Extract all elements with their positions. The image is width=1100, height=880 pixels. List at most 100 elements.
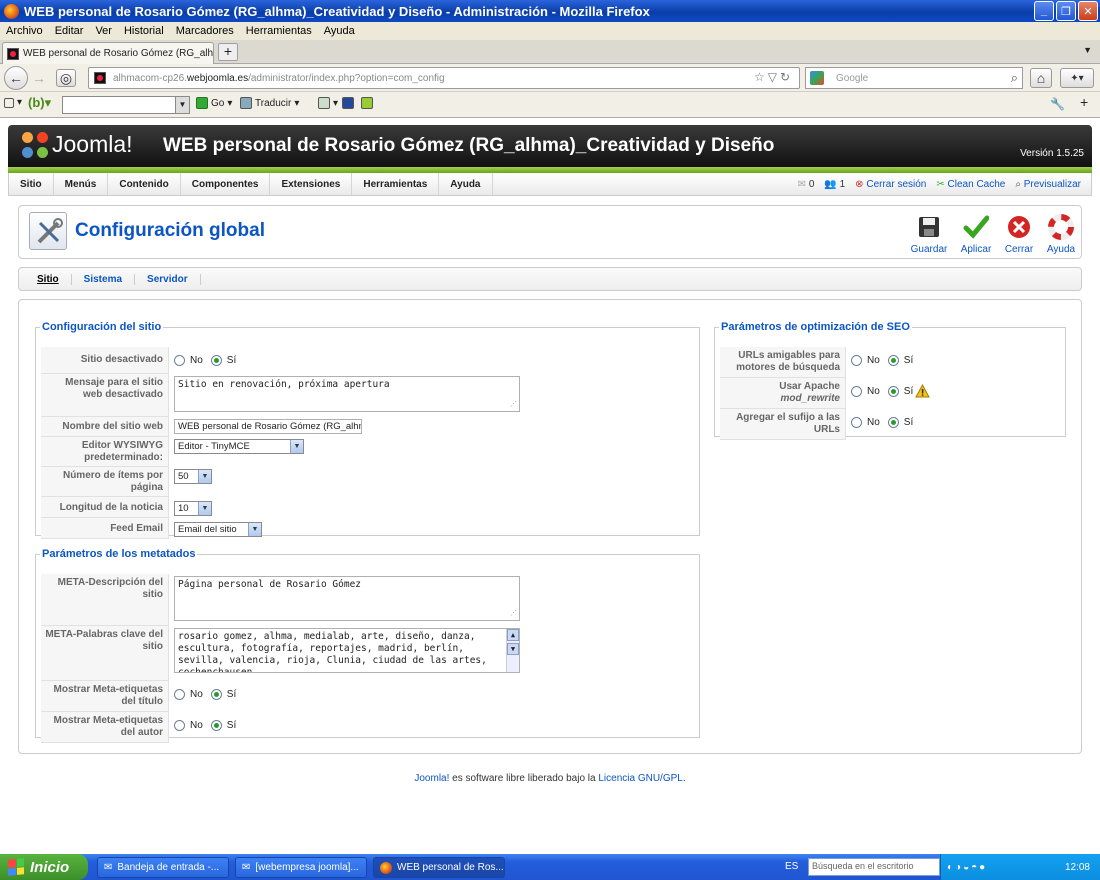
sef-no-radio[interactable]: No xyxy=(851,355,880,366)
clean-cache-label: Clean Cache xyxy=(947,179,1006,190)
radio-no-label: No xyxy=(867,386,880,397)
task-firefox[interactable]: WEB personal de Ros... xyxy=(373,857,505,878)
menu-archivo[interactable]: Archivo xyxy=(6,25,43,37)
clean-cache-link[interactable]: ✂ Clean Cache xyxy=(936,179,1005,190)
menu-herramientas[interactable]: Herramientas xyxy=(246,25,312,37)
address-bar[interactable]: alhmacom-cp26. webjoomla.es/administrator… xyxy=(88,67,800,89)
sitename-input[interactable]: WEB personal de Rosario Gómez (RG_alhma) xyxy=(174,419,362,434)
logout-link[interactable]: ⊗ Cerrar sesión xyxy=(855,179,926,190)
chevron-down-icon: ▼ xyxy=(248,523,261,536)
preview-link[interactable]: ⌕ Previsualizar xyxy=(1015,179,1081,190)
page-footer: Joomla! es software libre liberado bajo … xyxy=(0,773,1100,784)
toolbar-search-input[interactable]: ▼ xyxy=(62,96,190,114)
offline-message-textarea[interactable]: Sitio en renovación, próxima apertura ⋰ xyxy=(174,376,520,412)
menu-ayuda[interactable]: Ayuda xyxy=(324,25,355,37)
sef-yes-radio[interactable]: Sí xyxy=(887,355,913,366)
toolbar-logo-icon[interactable]: (b)▾ xyxy=(28,95,51,111)
feed-limit-select[interactable]: 10 ▼ xyxy=(174,501,212,516)
language-indicator[interactable]: ES xyxy=(785,861,798,872)
minimize-button[interactable]: _ xyxy=(1034,1,1054,21)
admin-menu-extensiones[interactable]: Extensiones xyxy=(270,173,353,195)
site-favicon-icon xyxy=(94,72,106,84)
admin-menu-menus[interactable]: Menús xyxy=(54,173,109,195)
menu-historial[interactable]: Historial xyxy=(124,25,164,37)
editor-select[interactable]: Editor - TinyMCE ▼ xyxy=(174,439,304,454)
browser-tab[interactable]: WEB personal de Rosario Gómez (RG_alhma)… xyxy=(2,42,214,64)
task-inbox[interactable]: ✉ Bandeja de entrada -... xyxy=(97,857,229,878)
save-button[interactable]: Guardar xyxy=(907,214,951,255)
search-field[interactable]: Google ⌕ xyxy=(805,67,1023,89)
messages-status[interactable]: ✉ 0 xyxy=(798,179,815,190)
menu-marcadores[interactable]: Marcadores xyxy=(176,25,234,37)
list-limit-select[interactable]: 50 ▼ xyxy=(174,469,212,484)
footer-license-link[interactable]: Licencia GNU/GPL xyxy=(598,773,682,784)
rewrite-yes-radio[interactable]: Sí xyxy=(887,386,913,397)
addon-icon[interactable]: ✦▾ xyxy=(1060,68,1094,88)
offline-label: Sitio desactivado xyxy=(41,347,169,374)
new-tab-button[interactable]: + xyxy=(218,43,238,61)
lifebuoy-icon xyxy=(1048,214,1074,240)
search-icon[interactable]: ⌕ xyxy=(1011,70,1018,86)
list-limit-label: Número de ítems por página xyxy=(41,467,169,497)
go-button[interactable]: Go ▾ xyxy=(196,97,232,109)
scroll-up-icon[interactable]: ▲ xyxy=(507,629,519,641)
seo-fieldset: Parámetros de optimización de SEO URLs a… xyxy=(714,321,1066,440)
add-toolbar-icon[interactable]: + xyxy=(1080,94,1088,110)
suffix-no-radio[interactable]: No xyxy=(851,417,880,428)
wrench-icon[interactable]: 🔧 xyxy=(1050,97,1065,111)
tab-servidor[interactable]: Servidor xyxy=(135,273,201,285)
apply-button[interactable]: Aplicar xyxy=(954,214,998,255)
admin-menu-contenido[interactable]: Contenido xyxy=(108,173,181,195)
meta-keys-scrollbar[interactable]: ▲ ▼ xyxy=(506,629,519,672)
menu-ver[interactable]: Ver xyxy=(95,25,112,37)
users-status[interactable]: 👥 1 xyxy=(824,179,845,190)
mail-icon[interactable]: ▾ xyxy=(318,97,338,109)
translate-button[interactable]: Traducir ▾ xyxy=(240,97,299,109)
menu-editar[interactable]: Editar xyxy=(55,25,84,37)
help-button[interactable]: Ayuda xyxy=(1039,214,1083,255)
admin-menu-componentes[interactable]: Componentes xyxy=(181,173,271,195)
desktop-search-input[interactable]: Búsqueda en el escritorio xyxy=(808,858,940,876)
addon-app-icon[interactable] xyxy=(361,97,373,109)
tab-sistema[interactable]: Sistema xyxy=(72,273,136,285)
radio-circle xyxy=(174,720,185,731)
suffix-yes-radio[interactable]: Sí xyxy=(887,417,913,428)
seo-legend: Parámetros de optimización de SEO xyxy=(721,321,910,333)
home-icon[interactable]: ⌂ xyxy=(1030,68,1052,88)
navigation-bar: ← → ◎ alhmacom-cp26. webjoomla.es/adminis… xyxy=(0,64,1100,92)
meta-author-no-radio[interactable]: No xyxy=(174,720,203,731)
warning-icon[interactable] xyxy=(915,383,931,401)
rewrite-no-radio[interactable]: No xyxy=(851,386,880,397)
tab-list-arrow-icon[interactable]: ▼ xyxy=(1083,45,1092,55)
tray-icons[interactable]: ◐◑◒◓● xyxy=(941,862,987,873)
admin-menu-sitio[interactable]: Sitio xyxy=(9,173,54,195)
close-button[interactable]: Cerrar xyxy=(997,214,1041,255)
offline-yes-radio[interactable]: Sí xyxy=(210,355,236,366)
task-webempresa[interactable]: ✉ [webempresa joomla]... xyxy=(235,857,367,878)
close-window-button[interactable]: ✕ xyxy=(1078,1,1098,21)
meta-keys-textarea[interactable]: rosario gomez, alhma, medialab, arte, di… xyxy=(174,628,520,673)
word-icon[interactable] xyxy=(342,97,354,109)
admin-menu-herramientas[interactable]: Herramientas xyxy=(352,173,440,195)
maximize-button[interactable]: ❐ xyxy=(1056,1,1076,21)
radio-no-label: No xyxy=(190,355,203,366)
identity-icon[interactable]: ◎ xyxy=(56,69,76,87)
footer-joomla-link[interactable]: Joomla! xyxy=(414,773,449,784)
toolbar-menu-icon[interactable]: ▾ xyxy=(4,97,22,108)
close-label: Cerrar xyxy=(1004,244,1034,255)
back-arrow-icon[interactable]: ← xyxy=(4,66,28,90)
meta-author-yes-radio[interactable]: Sí xyxy=(210,720,236,731)
bookmark-star-icon[interactable]: ☆▽↻ xyxy=(754,70,793,84)
admin-menu-ayuda[interactable]: Ayuda xyxy=(439,173,493,195)
scroll-down-icon[interactable]: ▼ xyxy=(507,643,519,655)
offline-no-radio[interactable]: No xyxy=(174,355,203,366)
forward-arrow-icon[interactable]: → xyxy=(30,69,48,87)
mail-app-icon: ✉ xyxy=(242,862,251,873)
tab-sitio[interactable]: Sitio xyxy=(25,273,72,285)
start-button[interactable]: Inicio xyxy=(0,854,88,880)
meta-title-no-radio[interactable]: No xyxy=(174,689,203,700)
offline-message-text: Sitio en renovación, próxima apertura xyxy=(178,379,390,390)
meta-title-yes-radio[interactable]: Sí xyxy=(210,689,236,700)
meta-desc-textarea[interactable]: Página personal de Rosario Gómez ⋰ xyxy=(174,576,520,621)
feed-email-select[interactable]: Email del sitio ▼ xyxy=(174,522,262,537)
